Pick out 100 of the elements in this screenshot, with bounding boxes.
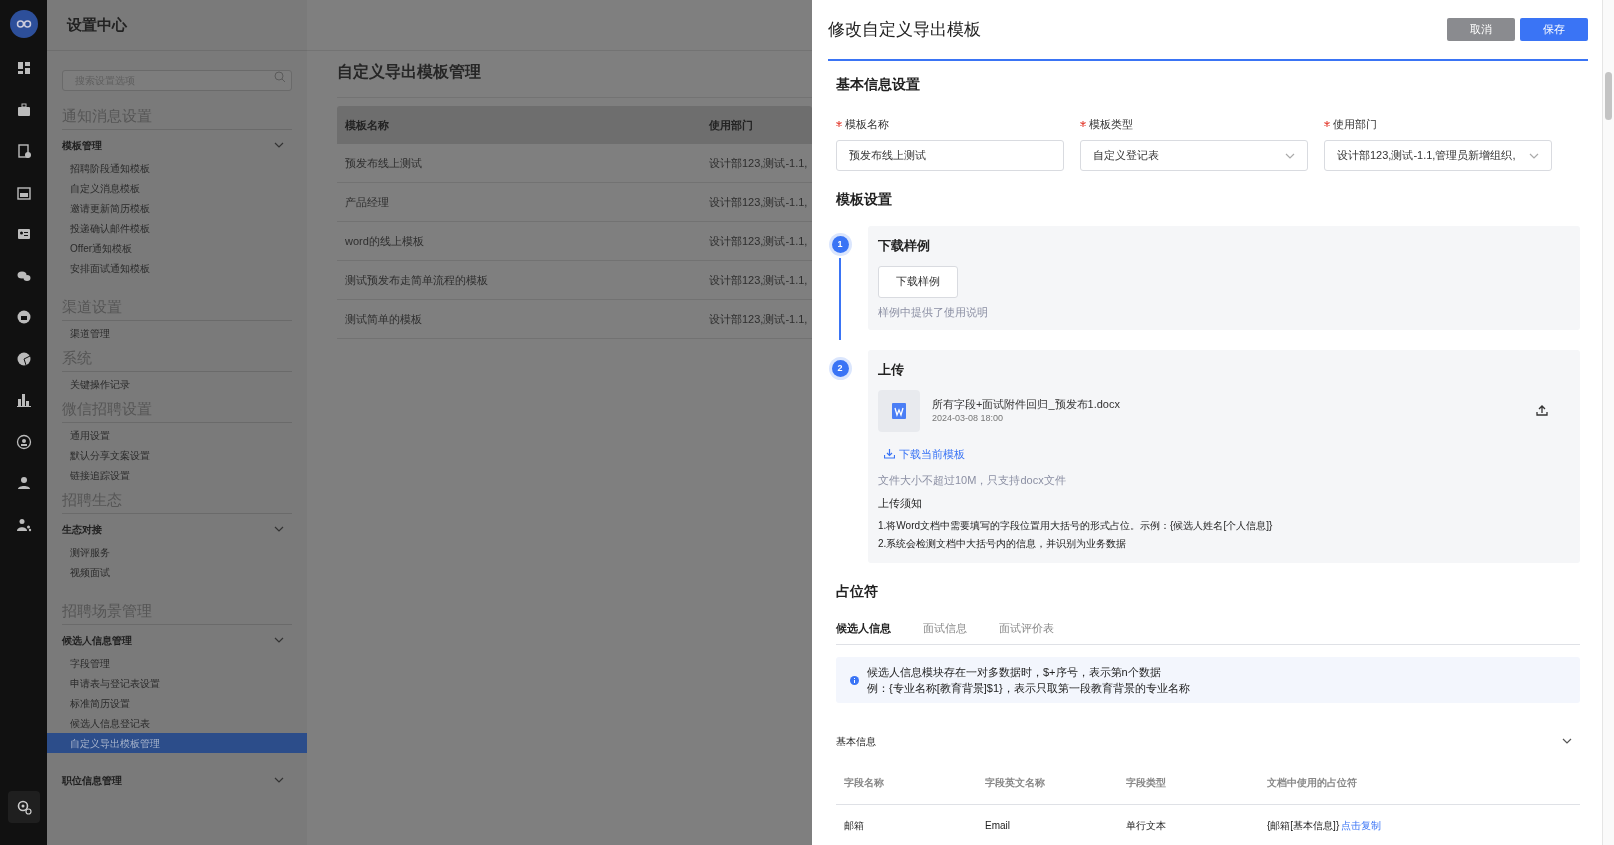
table-cell-text: 产品经理: [344, 194, 390, 210]
step-number: 1: [831, 236, 849, 253]
cancel-button[interactable]: 取消: [1447, 18, 1515, 41]
table-cell-text: 设计部123,测试-1.1,: [708, 272, 809, 288]
section-heading: 基本信息设置: [836, 75, 921, 94]
table-cell-text: 测试简单的模板: [344, 311, 423, 327]
chevron-down-icon: [1285, 152, 1295, 159]
chevron-down-icon: [274, 142, 284, 148]
word-file-icon: [878, 389, 920, 432]
bar-chart-icon: [15, 392, 32, 408]
user-icon: [15, 475, 32, 491]
chevron-down-icon: [1529, 152, 1539, 159]
column-header: 文档中使用的占位符: [1267, 776, 1358, 790]
column-header: 字段英文名称: [985, 776, 1046, 790]
page-title: 自定义导出模板管理: [337, 51, 812, 98]
settings-menu-item[interactable]: 安排面试通知模板: [47, 258, 307, 278]
briefcase-icon: [15, 101, 32, 118]
file-time: 2024-03-08 18:00: [932, 412, 1005, 425]
table-cell-text: {邮箱[基本信息]}: [1267, 818, 1340, 833]
group-title[interactable]: 模板管理: [62, 137, 102, 153]
settings-menu-item[interactable]: 字段管理: [47, 653, 307, 673]
step-title: 上传: [878, 361, 905, 379]
settings-menu-item[interactable]: 投递确认邮件模板: [47, 218, 307, 238]
group-title[interactable]: 生态对接: [62, 521, 102, 537]
settings-menu-item[interactable]: 渠道管理: [47, 323, 307, 343]
download-template-link[interactable]: 下载当前模板: [884, 445, 965, 462]
section-heading: 模板设置: [836, 190, 893, 209]
step-number: 2: [831, 360, 849, 377]
pie-chart-icon: [15, 350, 32, 367]
dashboard-icon: [15, 60, 32, 76]
id-card-icon: [15, 226, 32, 242]
copy-link[interactable]: 点击复制: [1341, 817, 1382, 833]
column-header: 使用部门: [708, 117, 754, 133]
users-icon: [15, 516, 32, 533]
step-title: 下载样例: [878, 237, 931, 255]
download-sample-button[interactable]: 下载样例: [878, 265, 958, 298]
download-icon: [884, 448, 895, 459]
hint-text: 样例中提供了使用说明: [878, 304, 989, 320]
notice-text: 1.将Word文档中需要填写的字段位置用大括号的形式占位。示例：{候选人姓名[个人信息]}: [878, 519, 1274, 533]
field-label: 模板名称: [845, 116, 889, 132]
group-title[interactable]: 候选人信息管理: [62, 632, 132, 648]
calendar-icon: [15, 184, 32, 201]
table-cell-text: 单行文本: [1126, 818, 1167, 833]
settings-menu-item[interactable]: 申请表与登记表设置: [47, 673, 307, 693]
table-cell-text: Email: [985, 818, 1011, 833]
settings-menu-item[interactable]: 视频面试: [47, 562, 307, 582]
info-icon: [850, 675, 859, 685]
settings-menu-item[interactable]: 邀请更新简历模板: [47, 198, 307, 218]
search-icon: [274, 71, 286, 83]
chevron-down-icon: [274, 777, 284, 783]
column-header: 字段类型: [1126, 776, 1167, 790]
hint-text: 文件大小不超过10M，只支持docx文件: [878, 473, 1067, 488]
table-cell-text: 设计部123,测试-1.1,: [708, 233, 809, 249]
logo-icon: [9, 10, 38, 38]
table-cell-text: 设计部123,测试-1.1,: [708, 311, 809, 327]
field-label: 模板类型: [1089, 116, 1133, 132]
settings-menu-item[interactable]: 测评服务: [47, 542, 307, 562]
field-label: 使用部门: [1333, 116, 1377, 132]
settings-menu-item[interactable]: 自定义消息模板: [47, 178, 307, 198]
chevron-down-icon: [274, 637, 284, 643]
settings-menu-item[interactable]: 自定义导出模板管理: [47, 733, 307, 753]
column-header: 字段名称: [844, 776, 885, 790]
drawer-title: 修改自定义导出模板: [828, 18, 981, 41]
info-text: 例：{专业名称[教育背景]$1}，表示只取第一段教育背景的专业名称: [867, 681, 1190, 696]
table-cell-text: 预发布线上测试: [344, 155, 423, 171]
select-field[interactable]: 设计部123,测试-1.1,管理员新增组织,: [1324, 140, 1552, 171]
chevron-down-icon: [1562, 738, 1572, 744]
user-circle-icon: [15, 433, 32, 450]
tab[interactable]: 面试信息: [923, 618, 967, 645]
scrollbar[interactable]: [1602, 0, 1614, 845]
table-cell-text: word的线上模板: [344, 233, 425, 249]
nav-rail-button[interactable]: [7, 791, 40, 823]
settings-icon: [15, 799, 32, 815]
table-cell-text: 设计部123,测试-1.1,: [708, 194, 809, 210]
settings-menu-item[interactable]: Offer通知模板: [47, 238, 307, 258]
document-icon: [15, 143, 32, 159]
settings-title: 设置中心: [67, 14, 127, 35]
settings-menu-item[interactable]: 候选人信息登记表: [47, 713, 307, 733]
upload-icon: [1536, 405, 1548, 416]
settings-menu-item[interactable]: 关键操作记录: [47, 374, 307, 394]
table-cell-text: 设计部123,测试-1.1,: [708, 155, 809, 171]
info-text: 候选人信息模块存在一对多数据时，$+序号，表示第n个数据: [867, 665, 1162, 680]
table-cell-text: 邮箱: [844, 818, 865, 833]
settings-menu-item[interactable]: 招聘阶段通知模板: [47, 158, 307, 178]
tab[interactable]: 面试评价表: [999, 618, 1054, 645]
input-field[interactable]: 预发布线上测试: [836, 140, 1064, 171]
settings-menu-item[interactable]: 默认分享文案设置: [47, 445, 307, 465]
settings-menu-item[interactable]: 通用设置: [47, 425, 307, 445]
section-heading: 占位符: [836, 582, 879, 601]
tab[interactable]: 候选人信息: [836, 618, 891, 645]
group-title[interactable]: 职位信息管理: [62, 772, 122, 788]
file-name: 所有字段+面试附件回归_预发布1.docx: [932, 396, 1121, 412]
table-cell-text: 测试预发布走简单流程的模板: [344, 272, 489, 288]
notice-title: 上传须知: [878, 495, 923, 511]
chevron-down-icon: [274, 526, 284, 532]
settings-menu-item[interactable]: 链接追踪设置: [47, 465, 307, 485]
settings-menu-item[interactable]: 标准简历设置: [47, 693, 307, 713]
save-button[interactable]: 保存: [1520, 18, 1588, 41]
notice-text: 2.系统会检测文档中大括号内的信息，并识别为业务数据: [878, 537, 1128, 551]
select-field[interactable]: 自定义登记表: [1080, 140, 1308, 171]
